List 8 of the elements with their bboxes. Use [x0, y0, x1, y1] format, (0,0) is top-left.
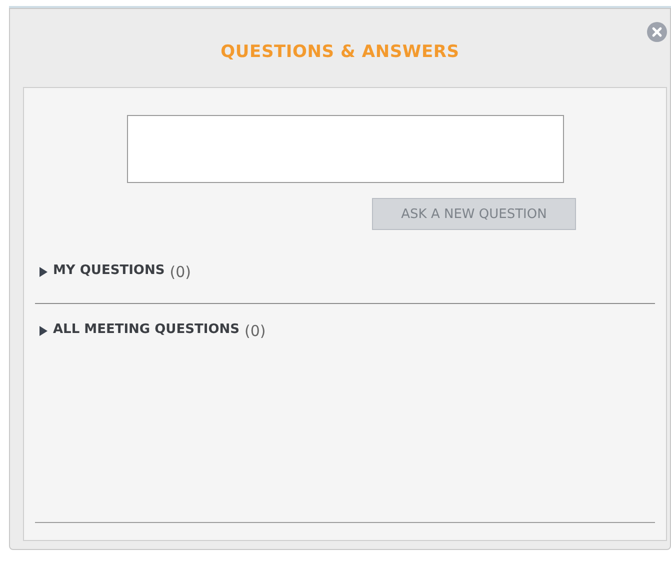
section-label[interactable]: MY QUESTIONS — [53, 263, 165, 278]
question-count: (0) — [244, 322, 266, 340]
window-title: QUESTIONS & ANSWERS — [220, 42, 460, 62]
expand-arrow-icon[interactable] — [39, 326, 48, 336]
section-label[interactable]: ALL MEETING QUESTIONS — [53, 322, 240, 337]
question-field[interactable] — [126, 115, 564, 183]
expand-arrow-icon[interactable] — [39, 267, 48, 277]
question-count: (0) — [170, 263, 191, 281]
